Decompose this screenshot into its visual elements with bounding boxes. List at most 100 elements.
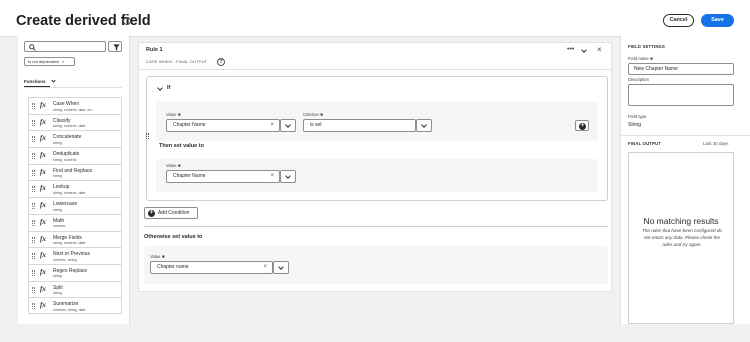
function-item-lookup[interactable]: fx Lookup string, numeric, date — [28, 180, 122, 198]
drag-handle-icon[interactable] — [32, 269, 35, 276]
function-item-find-and-replace[interactable]: fx Find and Replace string — [28, 163, 122, 181]
function-item-split[interactable]: fx Split string — [28, 280, 122, 298]
required-mark: ✱ — [177, 112, 181, 117]
function-types: numeric, string — [53, 257, 77, 262]
help-icon[interactable]: ? — [123, 17, 131, 25]
function-name: Regex Replace — [53, 267, 88, 274]
chevron-down-icon — [421, 122, 427, 128]
drag-handle-icon[interactable] — [146, 133, 149, 139]
function-item-regex-replace[interactable]: fx Regex Replace string — [28, 263, 122, 281]
function-item-classify[interactable]: fx Classify string, numeric, date — [28, 113, 122, 131]
drag-handle-icon[interactable] — [32, 236, 35, 243]
otherwise-value-field[interactable]: Chapter name × — [150, 261, 273, 274]
chevron-down-icon — [278, 264, 284, 270]
function-name: Math — [53, 217, 65, 224]
filter-button[interactable] — [108, 41, 122, 52]
field-type-value: String — [628, 122, 642, 128]
function-icon: fx — [40, 301, 46, 310]
tag-close-icon[interactable]: × — [62, 59, 64, 64]
plus-icon: + — [579, 123, 586, 130]
value-label: Value ✱ — [150, 254, 165, 259]
drag-handle-icon[interactable] — [32, 303, 35, 310]
function-item-case-when[interactable]: fx Case When string, numeric, date, en..… — [28, 97, 122, 114]
description-label: Description — [628, 77, 649, 82]
condition-value-dropdown[interactable] — [280, 119, 296, 132]
condition-value-field[interactable]: Chapter Name × — [166, 119, 280, 132]
function-item-concatenate[interactable]: fx Concatenate string — [28, 130, 122, 148]
function-icon: fx — [40, 267, 46, 276]
deprecation-filter-tag[interactable]: Is not deprecated × — [24, 57, 75, 66]
field-settings-title: FIELD SETTINGS — [628, 44, 665, 49]
value-label: Value ✱ — [166, 163, 181, 168]
more-options-icon[interactable]: ••• — [567, 46, 574, 53]
value-label: Value ✱ — [166, 112, 181, 117]
function-icon: fx — [40, 217, 46, 226]
then-value-field[interactable]: Chapter Name × — [166, 170, 280, 183]
function-types: string, numeric, date — [53, 124, 86, 129]
close-icon[interactable]: × — [597, 45, 602, 55]
function-item-math[interactable]: fx Math numeric — [28, 213, 122, 231]
function-icon: fx — [40, 117, 46, 126]
divider — [138, 69, 612, 70]
criterion-field[interactable]: is set — [303, 119, 416, 132]
function-types: string, numeric, date, en... — [53, 107, 95, 112]
clear-icon[interactable]: × — [270, 171, 274, 182]
function-item-deduplicate[interactable]: fx Deduplicate string, numeric — [28, 147, 122, 164]
function-types: string — [53, 291, 62, 296]
drag-handle-icon[interactable] — [32, 203, 35, 210]
drag-handle-icon[interactable] — [32, 136, 35, 143]
help-icon[interactable]: ? — [217, 58, 225, 66]
function-item-lowercase[interactable]: fx Lowercase string — [28, 197, 122, 214]
drag-handle-icon[interactable] — [32, 103, 35, 109]
tab-functions[interactable]: Functions — [24, 78, 56, 84]
function-list: fx Case When string, numeric, date, en..… — [28, 97, 122, 314]
cancel-button[interactable]: Cancel — [663, 14, 694, 27]
function-icon: fx — [40, 101, 46, 109]
drag-handle-icon[interactable] — [32, 286, 35, 293]
chevron-down-icon — [51, 78, 56, 83]
rule-subtitle: CASE WHEN - FINAL OUTPUT — [146, 59, 208, 64]
drag-handle-icon[interactable] — [32, 169, 35, 176]
empty-state-title: No matching results — [643, 216, 719, 226]
save-button[interactable]: Save — [701, 14, 734, 27]
function-icon: fx — [40, 201, 46, 210]
clear-icon[interactable]: × — [270, 120, 274, 131]
function-types: numeric, string, date — [53, 307, 86, 312]
tag-label: Is not deprecated — [28, 59, 59, 64]
add-condition-row-button[interactable]: + — [575, 120, 589, 131]
function-types: string — [53, 140, 62, 145]
function-types: string, numeric, date — [53, 190, 86, 195]
description-textarea[interactable] — [628, 84, 734, 106]
function-icon: fx — [40, 251, 46, 260]
function-item-next-or-previous[interactable]: fx Next or Previous numeric, string — [28, 247, 122, 264]
function-item-summarize[interactable]: fx Summarize numeric, string, date — [28, 297, 122, 314]
function-icon: fx — [40, 184, 46, 193]
function-icon: fx — [40, 167, 46, 176]
rule-title: Rule 1 — [146, 47, 163, 53]
field-name-input[interactable]: New Chapter Name — [628, 63, 734, 75]
function-types: string, numeric, date — [53, 241, 86, 245]
divider — [620, 135, 750, 136]
drag-handle-icon[interactable] — [32, 219, 35, 226]
otherwise-value-dropdown[interactable] — [273, 261, 289, 274]
drag-handle-icon[interactable] — [32, 253, 35, 260]
drag-handle-icon[interactable] — [32, 186, 35, 193]
function-name: Classify — [53, 117, 71, 124]
function-name: Deduplicate — [53, 151, 80, 158]
criterion-dropdown[interactable] — [416, 119, 432, 132]
criterion-label: Criterion ✱ — [303, 112, 324, 117]
function-name: Lowercase — [53, 201, 78, 208]
function-item-merge-fields[interactable]: fx Merge Fields string, numeric, date — [28, 230, 122, 248]
divider — [24, 87, 122, 88]
function-search-input[interactable] — [24, 41, 106, 52]
function-name: Find and Replace — [53, 167, 93, 174]
date-range-label[interactable]: Last 30 days — [703, 141, 729, 146]
function-icon: fx — [40, 134, 46, 143]
add-condition-button[interactable]: + Add Condition — [144, 207, 198, 219]
drag-handle-icon[interactable] — [32, 119, 35, 126]
required-mark: ✱ — [649, 56, 654, 61]
chevron-down-icon — [285, 122, 291, 128]
clear-icon[interactable]: × — [263, 262, 267, 273]
then-value-dropdown[interactable] — [280, 170, 296, 183]
drag-handle-icon[interactable] — [32, 153, 35, 160]
